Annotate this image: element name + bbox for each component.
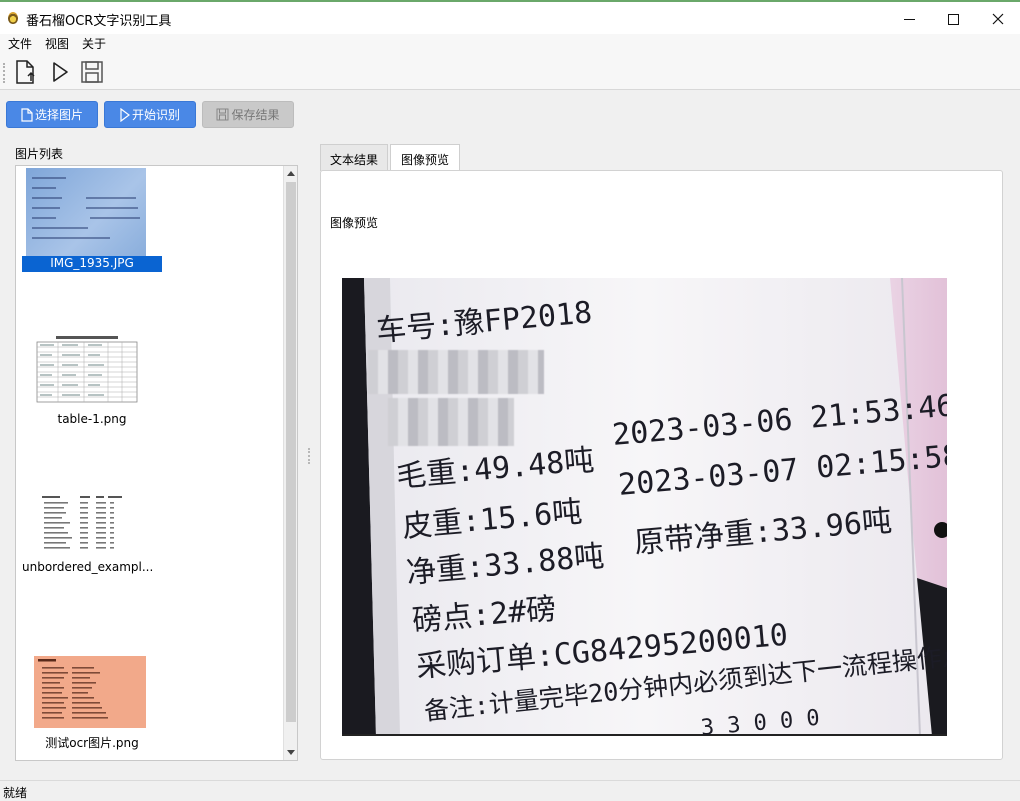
unbordered-thumb-graphic bbox=[42, 496, 122, 549]
save-result-button[interactable]: 保存结果 bbox=[202, 101, 294, 128]
menu-file[interactable]: 文件 bbox=[6, 35, 34, 52]
image-list[interactable]: IMG_1935.JPG table-1.png unbordered_exam… bbox=[15, 165, 298, 761]
list-item-test-ocr[interactable]: 测试ocr图片.png bbox=[22, 656, 282, 750]
scrollbar-thumb[interactable] bbox=[286, 182, 296, 722]
close-button[interactable] bbox=[975, 4, 1020, 34]
save-icon bbox=[216, 108, 229, 121]
image-list-scrollbar[interactable] bbox=[283, 166, 297, 760]
list-item-caption: 测试ocr图片.png bbox=[45, 736, 139, 750]
image-list-label: 图片列表 bbox=[15, 147, 64, 161]
thumbnail-receipt bbox=[26, 168, 146, 256]
scroll-down-icon[interactable] bbox=[287, 750, 295, 755]
ocr-test-thumb-graphic bbox=[38, 659, 108, 719]
start-recognition-icon bbox=[53, 62, 68, 82]
preview-label: 图像预览 bbox=[330, 216, 379, 230]
minimize-icon bbox=[903, 18, 915, 20]
file-icon bbox=[21, 107, 33, 122]
table-thumb-graphic bbox=[36, 336, 138, 403]
toolbar-save-button[interactable] bbox=[78, 58, 106, 86]
toolbar-open-button[interactable] bbox=[11, 58, 39, 86]
start-recognition-label: 开始识别 bbox=[131, 108, 180, 122]
toolbar-grip[interactable] bbox=[3, 63, 5, 83]
list-item-table-1[interactable]: table-1.png bbox=[22, 336, 282, 428]
toolbar bbox=[0, 54, 1020, 90]
save-icon bbox=[81, 61, 103, 83]
scroll-up-icon[interactable] bbox=[287, 171, 295, 176]
list-item-caption: IMG_1935.JPG bbox=[22, 256, 162, 272]
maximize-icon bbox=[947, 13, 959, 25]
start-recognition-button[interactable]: 开始识别 bbox=[104, 101, 196, 128]
close-icon bbox=[992, 13, 1004, 25]
minimize-button[interactable] bbox=[886, 4, 932, 34]
list-item-unbordered-example[interactable]: unbordered_exampl... bbox=[22, 494, 282, 576]
preview-image: 车号:豫FP2018 2023-03-06 21:53:46 毛重:49.48吨… bbox=[342, 278, 947, 736]
status-text: 就绪 bbox=[3, 786, 28, 800]
list-item-caption: unbordered_exampl... bbox=[22, 560, 154, 574]
select-image-label: 选择图片 bbox=[34, 108, 83, 122]
play-icon bbox=[120, 107, 130, 122]
receipt-thumb-graphic bbox=[32, 177, 140, 239]
save-result-label: 保存结果 bbox=[231, 108, 280, 122]
toolbar-start-button[interactable] bbox=[46, 58, 74, 86]
panel-splitter[interactable] bbox=[308, 448, 311, 464]
window-title: 番石榴OCR文字识别工具 bbox=[26, 14, 172, 29]
menu-bar: 文件 视图 关于 bbox=[0, 34, 1020, 54]
tab-image-preview[interactable]: 图像预览 bbox=[390, 144, 460, 172]
menu-view[interactable]: 视图 bbox=[43, 35, 71, 52]
maximize-button[interactable] bbox=[930, 4, 976, 34]
thumbnail-table bbox=[36, 336, 138, 404]
redacted-area bbox=[368, 350, 544, 394]
open-image-icon bbox=[16, 60, 35, 84]
thumbnail-unbordered-table bbox=[40, 494, 126, 552]
select-image-button[interactable]: 选择图片 bbox=[6, 101, 98, 128]
thumbnail-ocr-test bbox=[34, 656, 146, 728]
list-item-caption: table-1.png bbox=[57, 412, 127, 426]
title-bar: 番石榴OCR文字识别工具 bbox=[0, 0, 1020, 34]
redacted-area bbox=[388, 398, 514, 446]
menu-about[interactable]: 关于 bbox=[80, 35, 108, 52]
list-item-img-1935[interactable]: IMG_1935.JPG bbox=[22, 168, 282, 272]
tab-text-result[interactable]: 文本结果 bbox=[320, 144, 388, 171]
status-bar: 就绪 bbox=[0, 780, 1020, 801]
guava-app-icon bbox=[8, 12, 18, 24]
